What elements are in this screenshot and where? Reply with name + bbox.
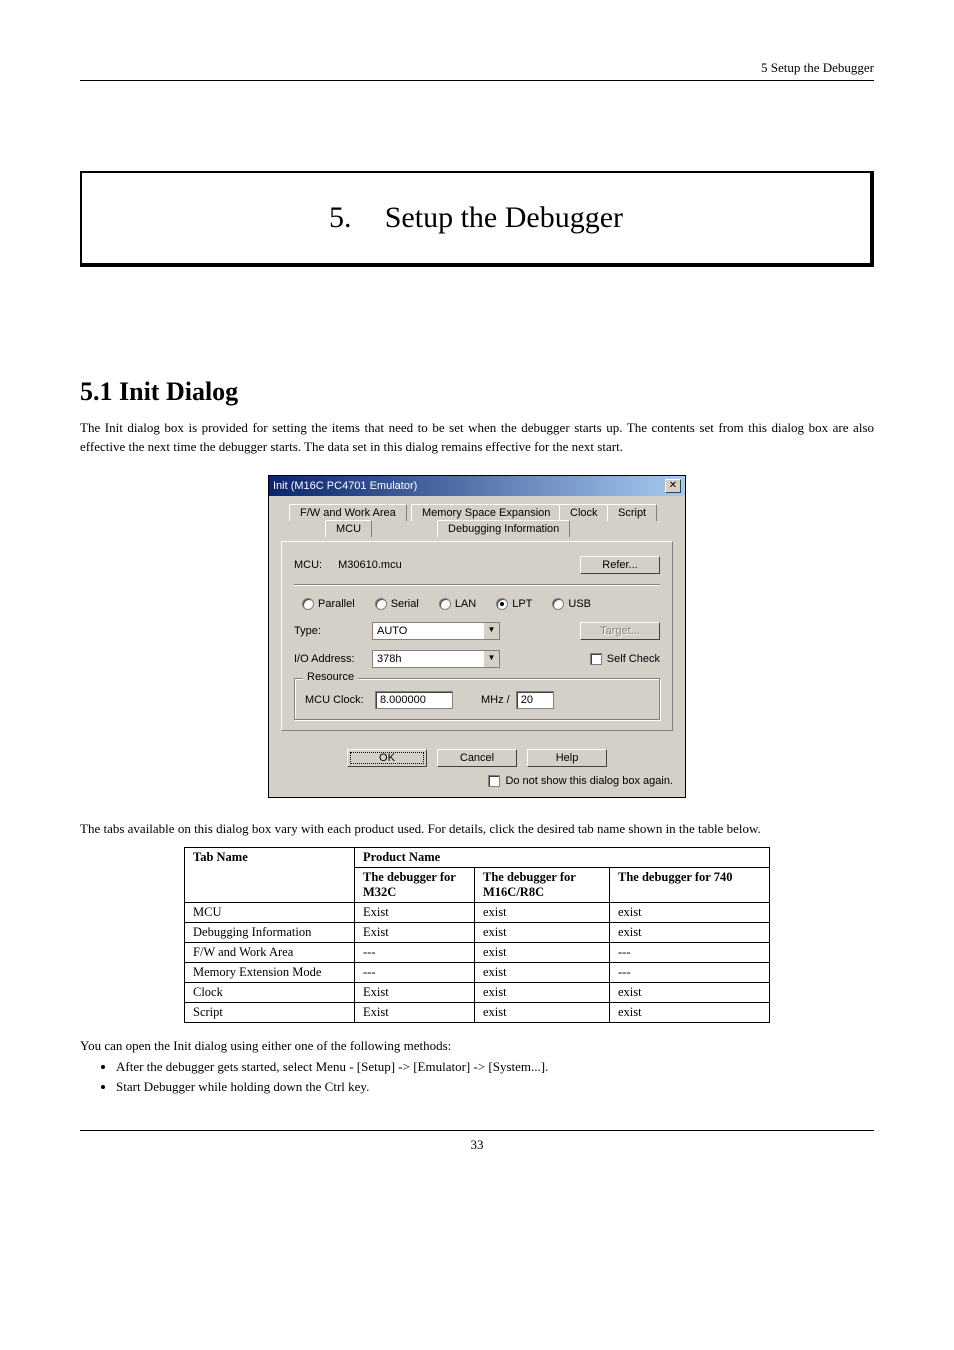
table-cell: exist [475,962,610,982]
list-item: After the debugger gets started, select … [116,1057,874,1077]
connection-radios: Parallel Serial LAN LPT USB [294,598,660,610]
radio-lan[interactable]: LAN [439,598,476,610]
page-number: 33 [80,1130,874,1153]
io-address-label: I/O Address: [294,653,372,665]
type-label: Type: [294,625,372,637]
table-cell: --- [355,942,475,962]
chapter-title: Setup the Debugger [385,201,623,234]
mcu-label: MCU: [294,559,322,571]
checkbox-icon [590,653,602,665]
section-heading: 5.1 Init Dialog [80,377,874,407]
table-cell: --- [610,942,770,962]
table-cell: MCU [185,902,355,922]
table-cell: Debugging Information [185,922,355,942]
mcu-clock-label: MCU Clock: [305,694,375,706]
ok-button[interactable]: OK [347,749,427,767]
tab-memory-expansion[interactable]: Memory Space Expansion [411,504,561,521]
table-cell: Script [185,1002,355,1022]
radio-serial-label: Serial [391,598,419,610]
divider [294,584,660,586]
tabs-paragraph: The tabs available on this dialog box va… [80,820,874,839]
radio-lpt-label: LPT [512,598,532,610]
resource-legend: Resource [303,671,358,683]
intro-paragraph: The Init dialog box is provided for sett… [80,419,874,457]
chapter-heading-box: 5. Setup the Debugger [80,171,874,267]
checkbox-icon [488,775,500,787]
type-combo-value: AUTO [373,623,483,639]
table-cell: exist [475,942,610,962]
close-icon[interactable]: ✕ [665,479,681,493]
table-cell: --- [355,962,475,982]
table-cell: F/W and Work Area [185,942,355,962]
methods-list: After the debugger gets started, select … [80,1057,874,1096]
self-check-label: Self Check [607,653,660,665]
tab-mcu[interactable]: MCU [325,520,372,537]
io-address-value: 378h [373,651,483,667]
chapter-number: 5. [329,201,352,234]
chevron-down-icon[interactable]: ▼ [483,623,499,639]
radio-lpt[interactable]: LPT [496,598,532,610]
radio-parallel[interactable]: Parallel [302,598,355,610]
table-cell: exist [475,922,610,942]
refer-button[interactable]: Refer... [580,556,660,574]
methods-paragraph: You can open the Init dialog using eithe… [80,1037,874,1056]
self-check-checkbox[interactable]: Self Check [590,653,660,665]
table-cell: Clock [185,982,355,1002]
table-cell: Memory Extension Mode [185,962,355,982]
table-cell: Exist [355,922,475,942]
dialog-titlebar[interactable]: Init (M16C PC4701 Emulator) ✕ [269,476,685,496]
table-cell: exist [610,1002,770,1022]
radio-parallel-label: Parallel [318,598,355,610]
page-header: 5 Setup the Debugger [80,60,874,81]
table-cell: exist [475,982,610,1002]
tab-debugging-info[interactable]: Debugging Information [437,520,570,537]
donot-show-label: Do not show this dialog box again. [505,775,673,787]
tab-script[interactable]: Script [607,504,657,521]
table-cell: exist [475,1002,610,1022]
table-cell: Exist [355,1002,475,1022]
chevron-down-icon[interactable]: ▼ [483,651,499,667]
table-header-product: Product Name [355,847,770,867]
list-item: Start Debugger while holding down the Ct… [116,1077,874,1097]
table-header-tabname: Tab Name [185,847,355,902]
mcu-value: M30610.mcu [338,559,402,571]
donot-show-checkbox[interactable]: Do not show this dialog box again. [488,775,673,787]
table-header-740: The debugger for 740 [610,867,770,902]
mhz-label: MHz / [481,694,510,706]
tab-product-table: Tab Name Product Name The debugger for M… [184,847,770,1023]
help-button[interactable]: Help [527,749,607,767]
table-cell: Exist [355,902,475,922]
table-row: ClockExistexistexist [185,982,770,1002]
resource-fieldset: Resource MCU Clock: MHz / [294,678,660,720]
table-header-m16c: The debugger for M16C/R8C [475,867,610,902]
table-cell: exist [610,922,770,942]
clock-div-input[interactable] [516,691,554,709]
cancel-button[interactable]: Cancel [437,749,517,767]
table-row: Memory Extension Mode---exist--- [185,962,770,982]
table-header-m32c: The debugger for M32C [355,867,475,902]
init-dialog: Init (M16C PC4701 Emulator) ✕ F/W and Wo… [268,475,686,798]
table-cell: Exist [355,982,475,1002]
table-row: MCUExistexistexist [185,902,770,922]
table-cell: --- [610,962,770,982]
table-cell: exist [610,982,770,1002]
target-button[interactable]: Target... [580,622,660,640]
radio-usb[interactable]: USB [552,598,591,610]
table-cell: exist [475,902,610,922]
tab-clock[interactable]: Clock [559,504,609,521]
table-row: F/W and Work Area---exist--- [185,942,770,962]
radio-lan-label: LAN [455,598,476,610]
table-row: Debugging InformationExistexistexist [185,922,770,942]
radio-usb-label: USB [568,598,591,610]
tab-row: F/W and Work Area Memory Space Expansion… [281,504,673,542]
type-combo[interactable]: AUTO ▼ [372,622,500,640]
io-address-combo[interactable]: 378h ▼ [372,650,500,668]
radio-serial[interactable]: Serial [375,598,419,610]
tab-fw-workarea[interactable]: F/W and Work Area [289,504,407,521]
mcu-clock-input[interactable] [375,691,453,709]
dialog-title-text: Init (M16C PC4701 Emulator) [273,480,417,492]
tab-panel-mcu: MCU: M30610.mcu Refer... Parallel Serial… [281,541,673,731]
table-row: ScriptExistexistexist [185,1002,770,1022]
table-cell: exist [610,902,770,922]
